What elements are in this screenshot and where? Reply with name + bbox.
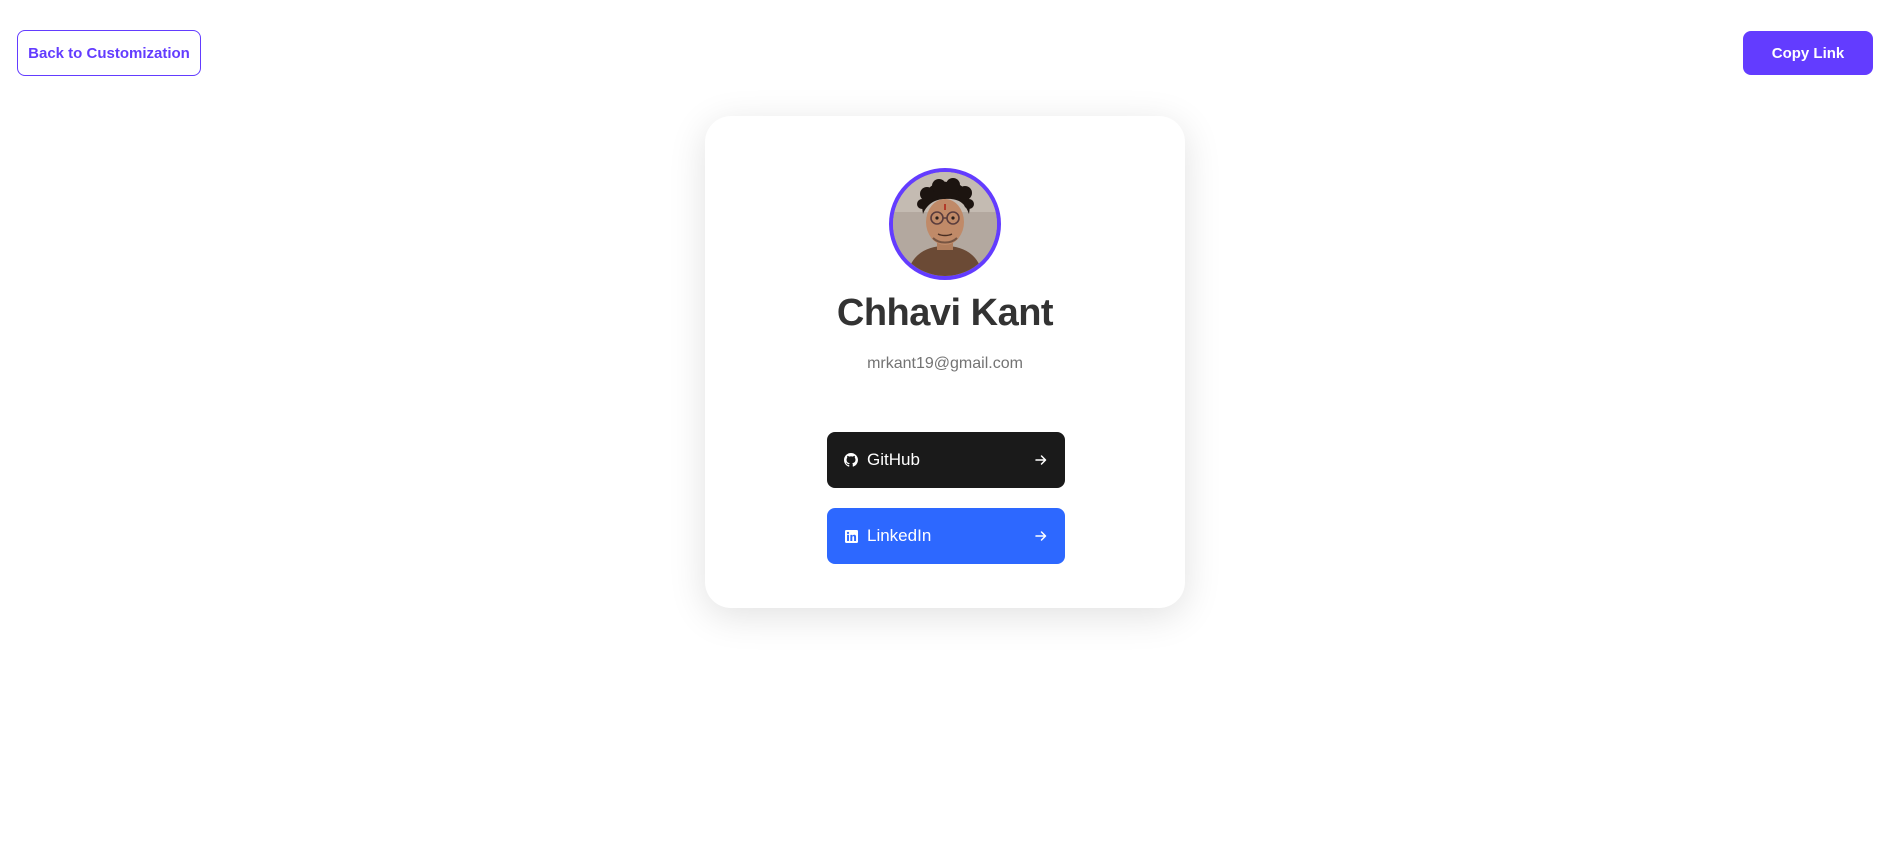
profile-card: Chhavi Kant mrkant19@gmail.com GitHub Li…: [705, 116, 1185, 608]
avatar: [889, 168, 1001, 280]
github-icon: [843, 452, 859, 468]
arrow-right-icon: [1033, 528, 1049, 544]
profile-email: mrkant19@gmail.com: [867, 355, 1023, 372]
back-to-customization-button[interactable]: Back to Customization: [17, 30, 201, 76]
arrow-right-icon: [1033, 452, 1049, 468]
linkedin-link-button[interactable]: LinkedIn: [827, 508, 1065, 564]
linkedin-link-label: LinkedIn: [867, 526, 932, 545]
copy-link-button[interactable]: Copy Link: [1743, 31, 1873, 75]
github-link-button[interactable]: GitHub: [827, 432, 1065, 488]
profile-name: Chhavi Kant: [836, 292, 1054, 334]
github-link-label: GitHub: [867, 450, 920, 469]
linkedin-icon: [843, 528, 859, 544]
